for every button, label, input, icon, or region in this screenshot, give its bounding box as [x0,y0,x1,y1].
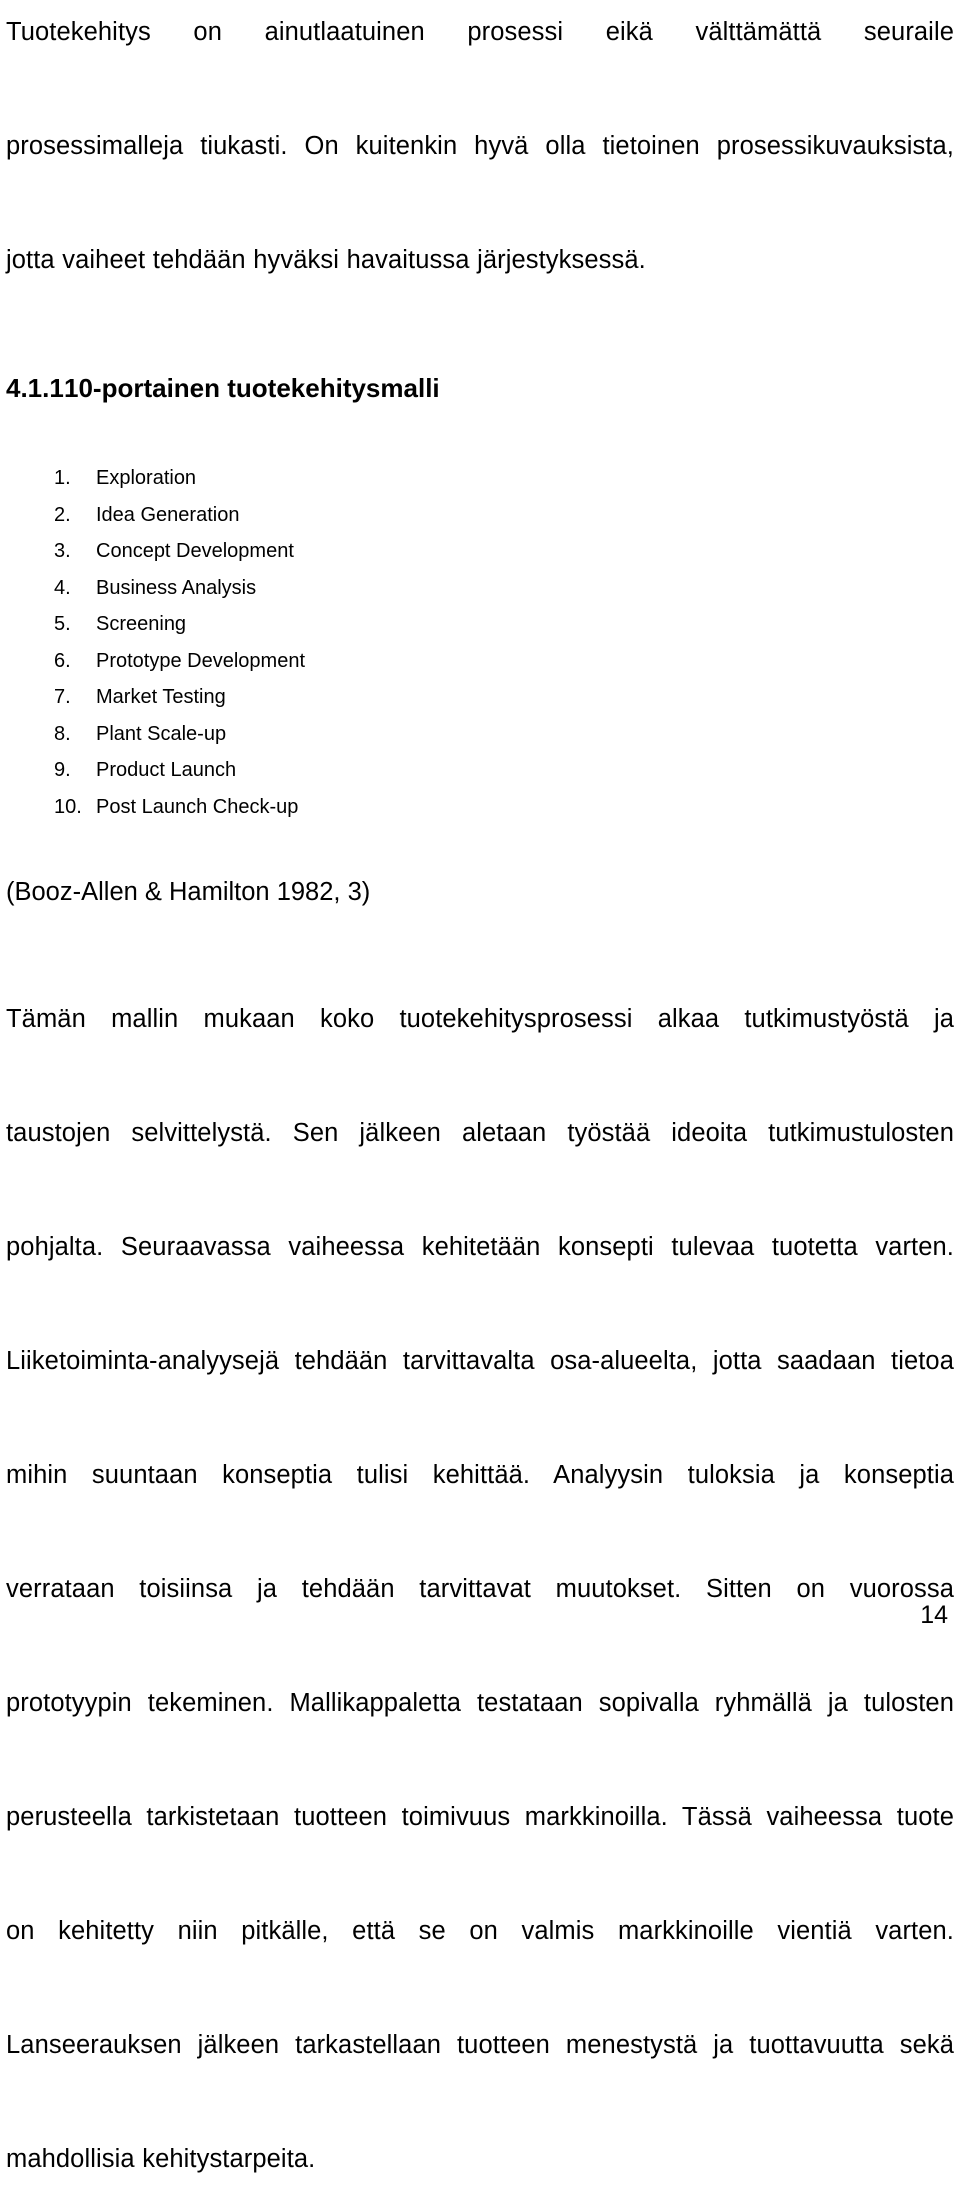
intro-paragraph: Tuotekehitys on ainutlaatuinen prosessi … [6,0,954,289]
paragraph-line: jotta vaiheet tehdään hyväksi havaitussa… [6,246,646,274]
list-item-number: 6. [54,649,71,672]
list-item: 7. Market Testing [6,679,954,716]
body-paragraph: Tämän mallin mukaan koko tuotekehityspro… [6,991,954,2188]
list-item-label: Product Launch [96,759,237,781]
page-number: 14 [920,1601,948,1629]
list-item-label: Prototype Development [96,649,306,672]
list-item-number: 2. [54,503,71,526]
list-item: 6. Prototype Development [6,643,954,680]
list-item: 3. Concept Development [6,533,954,570]
product-development-steps-list: 1. Exploration 2. Idea Generation 3. Con… [6,460,954,825]
paragraph-line: Tämän mallin mukaan koko tuotekehityspro… [6,1005,954,1033]
list-item: 8. Plant Scale-up [6,716,954,753]
paragraph-line: mihin suuntaan konseptia tulisi kehittää… [6,1461,954,1489]
list-item: 5. Screening [6,606,954,643]
list-item-number: 1. [54,467,71,489]
list-item-number: 10. [54,795,82,818]
paragraph-line: Liiketoiminta-analyysejä tehdään tarvitt… [6,1347,954,1375]
list-item-label: Idea Generation [96,503,240,526]
list-item-label: Post Launch Check-up [96,795,299,818]
document-page: Tuotekehitys on ainutlaatuinen prosessi … [0,0,960,2173]
list-item-number: 9. [54,759,71,781]
list-item-label: Concept Development [96,540,294,562]
heading-title: 10-portainen tuotekehitysmalli [64,373,440,403]
list-item-label: Screening [96,613,187,635]
list-item-number: 3. [54,540,71,562]
list-item-label: Plant Scale-up [96,722,227,745]
paragraph-line: prosessimalleja tiukasti. On kuitenkin h… [6,132,954,160]
section-heading: 4.1.1 10-portainen tuotekehitysmalli [6,373,954,404]
list-item-label: Market Testing [96,686,226,708]
list-item: 1. Exploration [6,460,954,497]
list-item-number: 5. [54,613,71,635]
paragraph-line: prototyypin tekeminen. Mallikappaletta t… [6,1689,954,1717]
paragraph-line: perusteella tarkistetaan tuotteen toimiv… [6,1803,954,1831]
list-item: 2. Idea Generation [6,497,954,534]
list-item: 4. Business Analysis [6,570,954,607]
paragraph-line: Lanseerauksen jälkeen tarkastellaan tuot… [6,2031,954,2059]
list-item: 9. Product Launch [6,752,954,789]
paragraph-line: verrataan toisiinsa ja tehdään tarvittav… [6,1575,954,1603]
source-citation: (Booz-Allen & Hamilton 1982, 3) [6,878,371,906]
paragraph-line: pohjalta. Seuraavassa vaiheessa kehitetä… [6,1233,954,1261]
list-item-label: Exploration [96,467,197,489]
paragraph-line: mahdollisia kehitystarpeita. [6,2145,316,2173]
paragraph-line: Tuotekehitys on ainutlaatuinen prosessi … [6,18,954,46]
paragraph-line: taustojen selvittelystä. Sen jälkeen ale… [6,1119,954,1147]
paragraph-line: on kehitetty niin pitkälle, että se on v… [6,1917,954,1945]
list-item-number: 7. [54,686,71,708]
list-item-number: 8. [54,722,71,745]
list-item: 10. Post Launch Check-up [6,789,954,826]
heading-number: 4.1.1 [6,373,64,403]
list-item-label: Business Analysis [96,576,257,599]
list-item-number: 4. [54,576,71,599]
